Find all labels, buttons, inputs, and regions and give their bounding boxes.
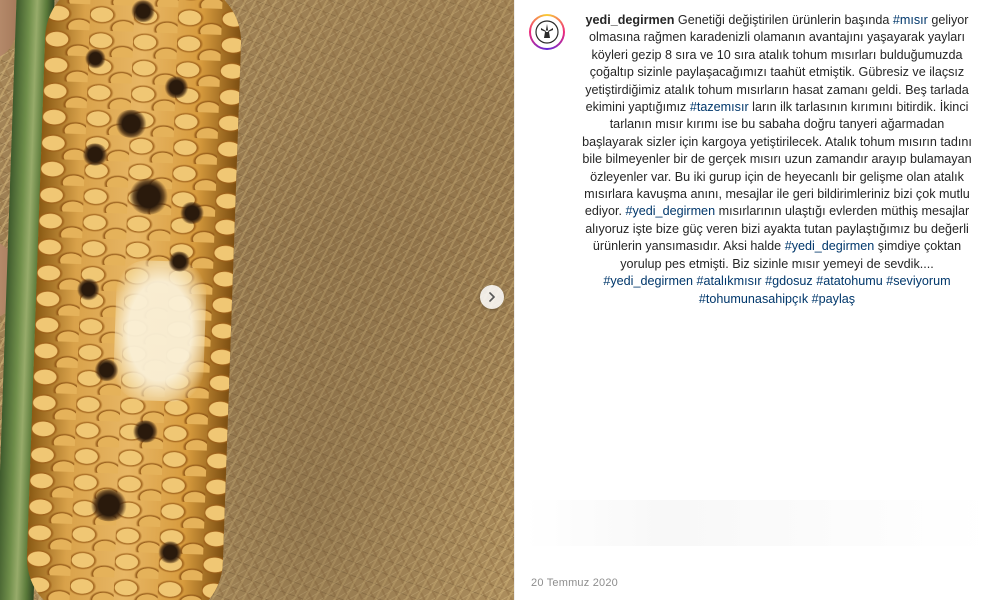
comment-placeholder — [525, 500, 991, 546]
windmill-logo-icon — [535, 20, 559, 44]
hashtag-link[interactable]: #paylaş — [812, 292, 855, 306]
post-date[interactable]: 20 Temmuz 2020 — [531, 577, 618, 589]
hashtag-link[interactable]: #tazemısır — [690, 100, 749, 114]
username-link[interactable]: yedi_degirmen — [586, 13, 675, 27]
avatar[interactable] — [529, 14, 565, 50]
hashtag-link[interactable]: #atalıkmısır — [696, 274, 761, 288]
caption-text: geliyor olmasına rağmen karadenizli olam… — [585, 13, 969, 115]
hashtag-link[interactable]: #yedi_degirmen — [785, 239, 875, 253]
hashtag-link[interactable]: #yedi_degirmen — [603, 274, 693, 288]
hashtag-link[interactable]: #atatohumu — [816, 274, 883, 288]
post-caption: yedi_degirmen Genetiği değiştirilen ürün… — [579, 12, 975, 308]
post-photo[interactable] — [0, 0, 514, 600]
hashtag-link[interactable]: #mısır — [893, 13, 928, 27]
corn-cob — [24, 0, 244, 600]
caption-text: Genetiği değiştirilen ürünlerin başında — [677, 13, 893, 27]
hashtag-link[interactable]: #tohumunasahipçık — [699, 292, 808, 306]
post-caption-row: yedi_degirmen Genetiği değiştirilen ürün… — [529, 12, 989, 308]
hashtag-link[interactable]: #seviyorum — [886, 274, 950, 288]
pale-kernels — [112, 259, 208, 403]
caption-text: ların ilk tarlasının kırımını bitirdik. … — [582, 100, 972, 219]
post-details-panel: yedi_degirmen Genetiği değiştirilen ürün… — [514, 0, 1000, 600]
hashtag-link[interactable]: #gdosuz — [765, 274, 813, 288]
avatar-image — [531, 16, 563, 48]
chevron-right-icon — [489, 292, 496, 302]
next-media-button[interactable] — [480, 285, 504, 309]
hashtag-link[interactable]: #yedi_degirmen — [625, 204, 715, 218]
